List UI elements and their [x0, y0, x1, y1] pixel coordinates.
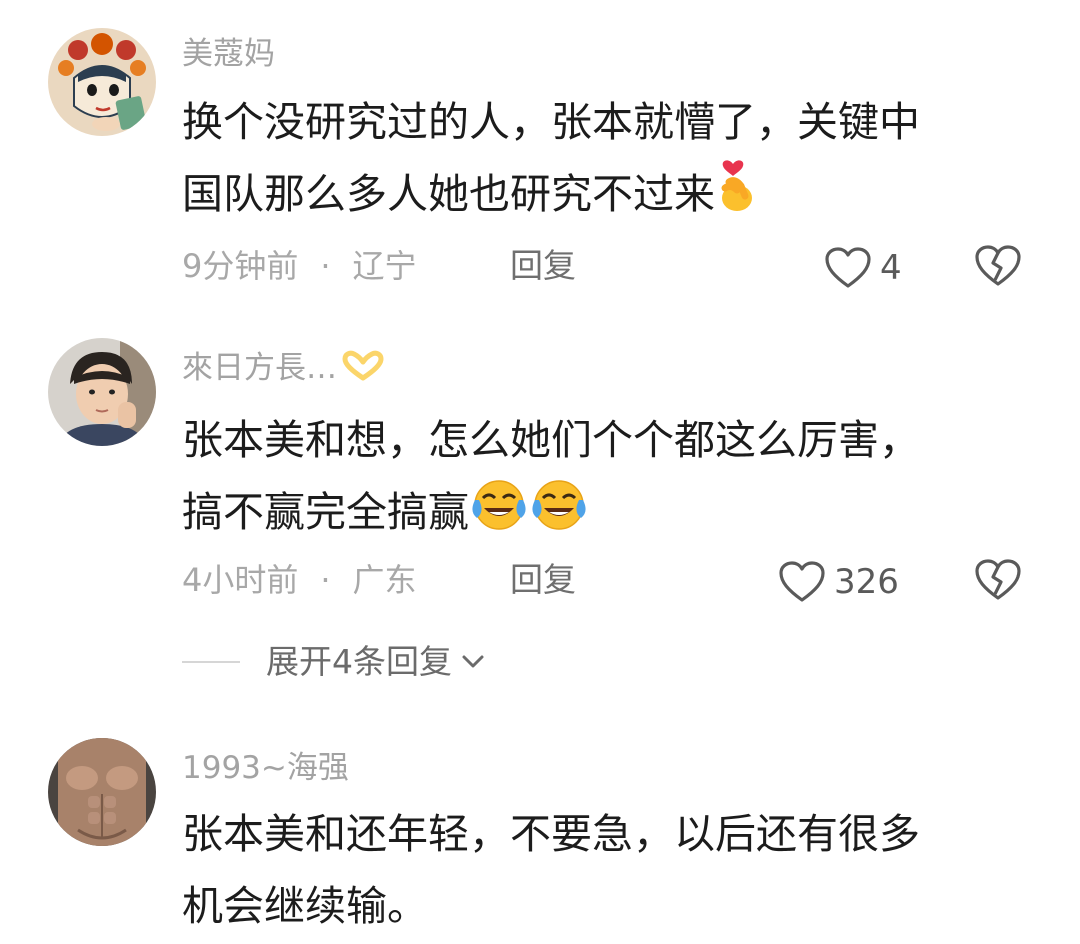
meta-separator: · — [320, 247, 331, 285]
comment-location: 辽宁 — [352, 247, 417, 285]
comment-username[interactable]: 來日方長… — [182, 348, 385, 392]
dislike-button[interactable] — [974, 558, 1022, 606]
comment-time: 4小时前 — [182, 561, 299, 599]
like-count: 4 — [880, 248, 902, 288]
comment-meta: 9分钟前 · 辽宁 — [182, 246, 417, 286]
comment-text-line: 张本美和想，怎么她们个个都这么厉害， — [182, 416, 920, 464]
broken-heart-icon — [975, 245, 1021, 286]
expand-replies-label: 展开4条回复 — [266, 642, 452, 681]
like-count: 326 — [834, 562, 899, 602]
avatar[interactable] — [48, 338, 156, 446]
comment-username[interactable]: 1993~海强 — [182, 748, 349, 788]
like-button[interactable]: 326 — [778, 560, 899, 604]
heart-hands-emoji — [341, 350, 385, 392]
comment-username[interactable]: 美蔻妈 — [182, 34, 275, 74]
broken-heart-icon — [975, 559, 1021, 600]
comment-text-line: 换个没研究过的人，张本就懵了，关键中 — [182, 98, 920, 146]
heart-icon — [825, 247, 871, 288]
comment-text-line: 机会继续输。 — [182, 882, 428, 930]
divider — [182, 661, 240, 663]
dislike-button[interactable] — [974, 244, 1022, 292]
comment-item: 1993~海强 张本美和还年轻，不要急，以后还有很多 机会继续输。 — [0, 700, 1080, 944]
avatar[interactable] — [48, 28, 156, 136]
laughing-crying-emoji — [471, 478, 527, 554]
like-button[interactable]: 4 — [824, 246, 902, 290]
comment-text: 张本美和想，怎么她们个个都这么厉害， 搞不赢完全搞赢 — [182, 404, 1022, 554]
comment-text-line: 张本美和还年轻，不要急，以后还有很多 — [182, 810, 920, 858]
comment-text: 换个没研究过的人，张本就懵了，关键中 国队那么多人她也研究不过来 — [182, 86, 1022, 236]
avatar[interactable] — [48, 738, 156, 846]
reply-button[interactable]: 回复 — [510, 560, 576, 600]
meta-separator: · — [320, 561, 331, 599]
comment-text-line: 国队那么多人她也研究不过来 — [182, 158, 1022, 236]
laughing-crying-emoji — [531, 478, 587, 554]
comment-time: 9分钟前 — [182, 247, 299, 285]
finger-heart-emoji — [715, 158, 755, 236]
comment-item: 來日方長… 张本美和想，怎么她们个个都这么厉害， 搞不赢完全搞赢 4小时前 · 广东… — [0, 300, 1080, 700]
heart-icon — [779, 561, 825, 602]
comment-item: 美蔻妈 换个没研究过的人，张本就懵了，关键中 国队那么多人她也研究不过来 9分钟… — [0, 0, 1080, 300]
comment-meta: 4小时前 · 广东 — [182, 560, 417, 600]
chevron-down-icon — [462, 655, 484, 668]
comment-text-line: 搞不赢完全搞赢 — [182, 476, 1022, 554]
comment-text: 张本美和还年轻，不要急，以后还有很多 机会继续输。 — [182, 798, 1022, 942]
expand-replies-button[interactable]: 展开4条回复 — [182, 642, 488, 682]
reply-button[interactable]: 回复 — [510, 246, 576, 286]
comment-location: 广东 — [352, 561, 417, 599]
